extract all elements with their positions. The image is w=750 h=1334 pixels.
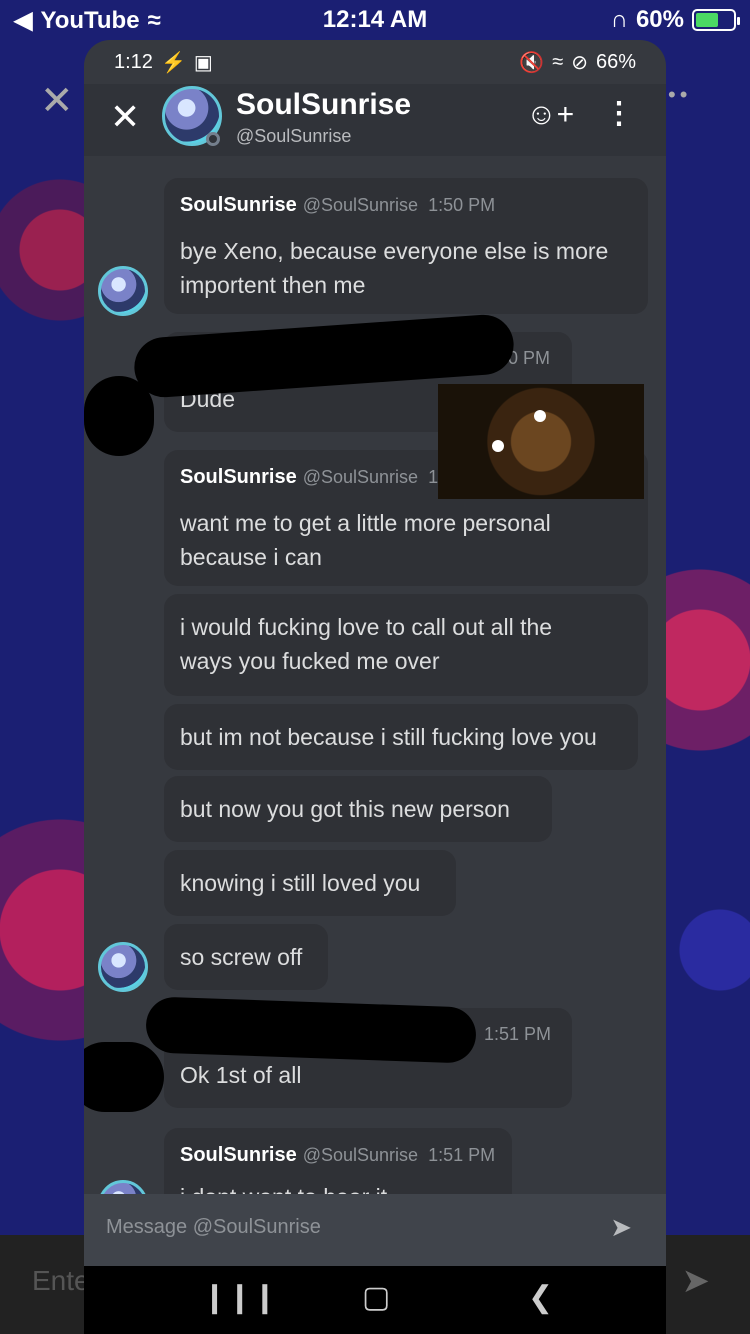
home-icon[interactable]: ▢ <box>362 1280 390 1315</box>
video-thumbnail <box>438 384 644 499</box>
message-meta: SoulSunrise @SoulSunrise 1:50 PM <box>180 194 496 216</box>
background-send-icon: ➤ <box>681 1262 711 1300</box>
headphones-icon: ∩ <box>610 6 628 33</box>
flash-icon: ⚡ <box>160 52 186 74</box>
message-text: bye Xeno, because everyone else is more <box>180 238 609 264</box>
message-text: i dont want to hear it <box>180 1180 387 1194</box>
message-input[interactable]: Message @SoulSunrise ➤ <box>84 1194 666 1266</box>
message-10[interactable]: SoulSunrise@SoulSunrise 1:51 PM i dont w… <box>164 1128 512 1194</box>
message-text: but im not because i still fucking love … <box>180 724 597 750</box>
status-dot <box>206 132 220 146</box>
chat-list: SoulSunrise @SoulSunrise 1:50 PM bye Xeno… <box>84 156 666 1194</box>
ios-battery-text: 60% <box>635 6 684 33</box>
close-icon[interactable]: ✕ <box>110 96 140 138</box>
android-nav-bar: ❙❙❙ ▢ ❮ <box>84 1266 666 1334</box>
message-text: i would fucking love to call out all the <box>180 614 553 640</box>
header-name: SoulSunrise <box>236 88 412 121</box>
battery-level <box>696 13 718 27</box>
message-6[interactable]: but now you got this new person <box>164 776 552 842</box>
redaction-scribble <box>84 1042 164 1112</box>
message-1[interactable]: SoulSunrise @SoulSunrise 1:50 PM bye Xeno… <box>164 178 648 314</box>
message-8[interactable]: so screw off <box>164 924 328 990</box>
ios-status-bar: ◀ YouTube ≈ 12:14 AM ∩ 60% <box>0 0 750 40</box>
message-text: importent then me <box>180 272 366 298</box>
avatar[interactable] <box>98 942 148 992</box>
android-battery-text: 66% <box>595 51 636 73</box>
message-text: so screw off <box>180 944 303 970</box>
avatar[interactable] <box>98 266 148 316</box>
message-time: 0 PM <box>508 348 551 368</box>
message-text: Ok 1st of all <box>180 1062 302 1088</box>
redaction-scribble <box>145 996 477 1064</box>
screen-recording: 1:12 ⚡ ▣ 🔇 ≈ ⊘ 66% ✕ SoulSunrise @SoulSu… <box>84 40 666 1334</box>
dm-header: ✕ SoulSunrise @SoulSunrise ☺+ ⋮ <box>84 84 666 156</box>
message-text: want me to get a little more personal <box>180 510 551 536</box>
message-text: but now you got this new person <box>180 796 510 822</box>
more-icon[interactable]: ⋮ <box>604 96 634 131</box>
add-friend-icon[interactable]: ☺+ <box>526 98 574 132</box>
battery-icon <box>692 9 740 31</box>
eye-highlight <box>492 440 504 452</box>
dnd-icon: ⊘ <box>571 52 588 74</box>
message-5[interactable]: but im not because i still fucking love … <box>164 704 638 770</box>
android-time: 1:12 <box>114 51 153 73</box>
avatar[interactable] <box>98 1180 148 1194</box>
header-handle: @SoulSunrise <box>236 126 352 146</box>
wifi-icon: ≈ <box>552 51 564 73</box>
background-input-placeholder: Ente <box>32 1265 90 1296</box>
message-7[interactable]: knowing i still loved you <box>164 850 456 916</box>
eye-highlight <box>534 410 546 422</box>
background-close-icon: ✕ <box>40 79 74 123</box>
android-status-bar: 1:12 ⚡ ▣ 🔇 ≈ ⊘ 66% <box>84 40 666 84</box>
mute-icon: 🔇 <box>519 52 545 74</box>
image-icon: ▣ <box>193 52 213 74</box>
message-text: ways you fucked me over <box>180 648 440 674</box>
message-4[interactable]: i would fucking love to call out all the… <box>164 594 648 696</box>
recent-apps-icon[interactable]: ❙❙❙ <box>202 1280 277 1315</box>
message-text: because i can <box>180 544 322 570</box>
message-input-placeholder: Message @SoulSunrise <box>106 1216 321 1238</box>
message-meta: SoulSunrise @SoulSunrise 1 <box>180 466 439 488</box>
message-meta: SoulSunrise @SoulSunrise 1:51 PM <box>180 1144 496 1166</box>
redaction-scribble <box>84 376 154 456</box>
send-icon[interactable]: ➤ <box>610 1212 632 1243</box>
back-icon[interactable]: ❮ <box>528 1280 553 1315</box>
background-more-icon: •• <box>668 82 692 107</box>
message-time: 1:51 PM <box>484 1024 552 1044</box>
message-text: knowing i still loved you <box>180 870 421 896</box>
